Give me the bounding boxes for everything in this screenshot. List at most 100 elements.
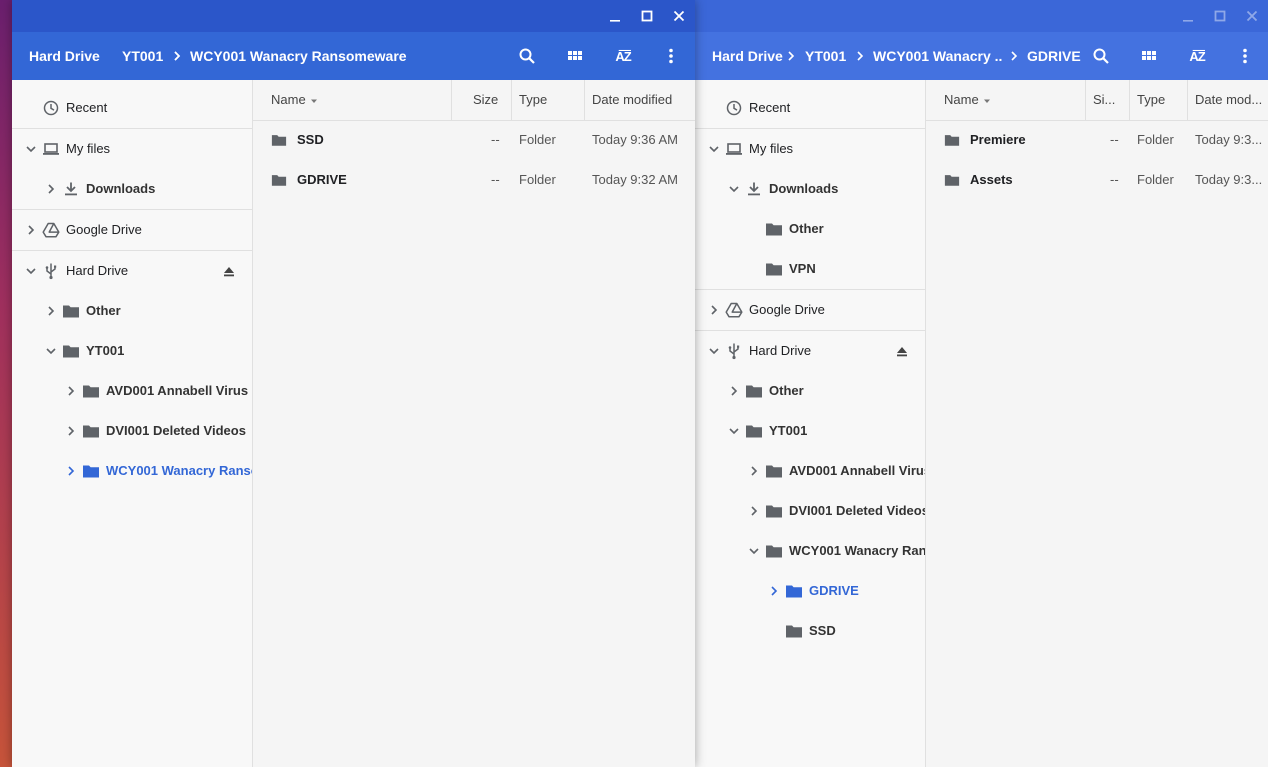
column-header-type[interactable]: Type (519, 80, 547, 120)
title-bar[interactable] (695, 0, 1268, 32)
nav-item-folder[interactable]: YT001 (12, 331, 252, 371)
nav-item-recent[interactable]: Recent (12, 88, 252, 128)
nav-item-folder[interactable]: WCY001 Wanacry Ransomeware (695, 531, 925, 571)
nav-item-folder[interactable]: VPN (695, 249, 925, 289)
nav-item-hard-drive[interactable]: Hard Drive (695, 331, 925, 371)
chevron-right-icon (170, 49, 184, 63)
column-header-size[interactable]: Size (473, 80, 498, 120)
view-toggle-button[interactable] (1133, 40, 1165, 72)
title-bar[interactable] (12, 0, 695, 32)
chevron-right-icon[interactable] (747, 464, 761, 478)
nav-item-folder[interactable]: DVI001 Deleted Videos (695, 491, 925, 531)
nav-item-google-drive[interactable]: Google Drive (695, 290, 925, 330)
column-header-size[interactable]: Si... (1093, 80, 1123, 120)
view-toggle-button[interactable] (559, 40, 591, 72)
file-size: -- (1110, 132, 1119, 147)
nav-item-folder[interactable]: DVI001 Deleted Videos (12, 411, 252, 451)
nav-label: Other (769, 383, 804, 398)
breadcrumb-item-current[interactable]: WCY001 Wanacry Ransomeware (190, 32, 430, 80)
breadcrumb-item[interactable]: WCY001 Wanacry ... (873, 32, 1003, 80)
chevron-right-icon[interactable] (767, 584, 781, 598)
breadcrumb-item[interactable]: Hard Drive (29, 32, 100, 80)
file-row[interactable]: Premiere -- Folder Today 9:3... (926, 120, 1268, 160)
grid-view-icon (565, 46, 585, 66)
breadcrumb-item[interactable]: YT001 (805, 32, 846, 80)
chevron-down-icon[interactable] (707, 344, 721, 358)
file-type: Folder (519, 172, 556, 187)
sort-button[interactable]: A͞Z (1181, 40, 1213, 72)
breadcrumb-item[interactable]: YT001 (122, 32, 163, 80)
maximize-icon (1213, 9, 1227, 23)
sort-button[interactable]: A͞Z (607, 40, 639, 72)
file-name: GDRIVE (297, 172, 347, 187)
nav-item-folder[interactable]: Other (12, 291, 252, 331)
search-button[interactable] (511, 40, 543, 72)
column-header-date[interactable]: Date modified (592, 80, 672, 120)
nav-item-downloads[interactable]: Downloads (695, 169, 925, 209)
file-row[interactable]: Assets -- Folder Today 9:3... (926, 160, 1268, 200)
nav-label: AVD001 Annabell Virus (106, 383, 249, 398)
file-size: -- (491, 172, 500, 187)
nav-item-folder[interactable]: SSD (695, 611, 925, 651)
nav-label: SSD (809, 623, 836, 638)
chevron-right-icon[interactable] (707, 303, 721, 317)
nav-label: WCY001 Wanacry Ransomeware (106, 463, 252, 478)
maximize-button[interactable] (631, 0, 663, 32)
folder-icon (785, 582, 803, 600)
file-type: Folder (1137, 172, 1174, 187)
column-header-name[interactable]: Name (944, 80, 992, 120)
nav-label: Google Drive (66, 222, 142, 237)
chevron-down-icon[interactable] (24, 142, 38, 156)
nav-item-folder[interactable]: Other (695, 371, 925, 411)
column-header-type[interactable]: Type (1137, 80, 1165, 120)
chevron-down-icon[interactable] (727, 182, 741, 196)
chevron-down-icon[interactable] (44, 344, 58, 358)
search-button[interactable] (1085, 40, 1117, 72)
sort-down-icon (309, 96, 319, 106)
nav-item-folder[interactable]: AVD001 Annabell Virus (695, 451, 925, 491)
nav-item-my-files[interactable]: My files (695, 129, 925, 169)
nav-item-folder-selected[interactable]: WCY001 Wanacry Ransomeware (12, 451, 252, 491)
chevron-right-icon[interactable] (747, 504, 761, 518)
column-header-name[interactable]: Name (271, 80, 319, 120)
folder-icon (765, 502, 783, 520)
close-button[interactable] (663, 0, 695, 32)
nav-item-folder[interactable]: Other (695, 209, 925, 249)
breadcrumb-item-current[interactable]: GDRIVE (1027, 32, 1081, 80)
chevron-right-icon[interactable] (24, 223, 38, 237)
chevron-right-icon[interactable] (44, 182, 58, 196)
nav-label: Downloads (769, 181, 839, 196)
nav-item-folder[interactable]: AVD001 Annabell Virus (12, 371, 252, 411)
chevron-down-icon[interactable] (707, 142, 721, 156)
nav-item-folder-selected[interactable]: GDRIVE (695, 571, 925, 611)
file-row[interactable]: SSD -- Folder Today 9:36 AM (253, 120, 695, 160)
chevron-down-icon[interactable] (727, 424, 741, 438)
nav-item-folder[interactable]: YT001 (695, 411, 925, 451)
maximize-button[interactable] (1204, 0, 1236, 32)
folder-icon (765, 260, 783, 278)
eject-icon[interactable] (894, 343, 910, 359)
minimize-button[interactable] (1172, 0, 1204, 32)
nav-item-hard-drive[interactable]: Hard Drive (12, 251, 252, 291)
chevron-right-icon[interactable] (64, 424, 78, 438)
chevron-down-icon[interactable] (24, 264, 38, 278)
chevron-right-icon[interactable] (64, 384, 78, 398)
chevron-right-icon[interactable] (44, 304, 58, 318)
nav-item-google-drive[interactable]: Google Drive (12, 210, 252, 250)
file-type: Folder (1137, 132, 1174, 147)
nav-item-downloads[interactable]: Downloads (12, 169, 252, 209)
column-header-date[interactable]: Date mod... (1195, 80, 1263, 120)
nav-item-recent[interactable]: Recent (695, 88, 925, 128)
breadcrumb-item[interactable]: Hard Drive (712, 32, 783, 80)
more-menu-button[interactable] (1229, 40, 1261, 72)
close-button[interactable] (1236, 0, 1268, 32)
chevron-right-icon[interactable] (64, 464, 78, 478)
chevron-down-icon[interactable] (747, 544, 761, 558)
file-row[interactable]: GDRIVE -- Folder Today 9:32 AM (253, 160, 695, 200)
nav-label: YT001 (769, 423, 808, 438)
chevron-right-icon[interactable] (727, 384, 741, 398)
more-menu-button[interactable] (655, 40, 687, 72)
eject-icon[interactable] (221, 263, 237, 279)
nav-item-my-files[interactable]: My files (12, 129, 252, 169)
minimize-button[interactable] (599, 0, 631, 32)
